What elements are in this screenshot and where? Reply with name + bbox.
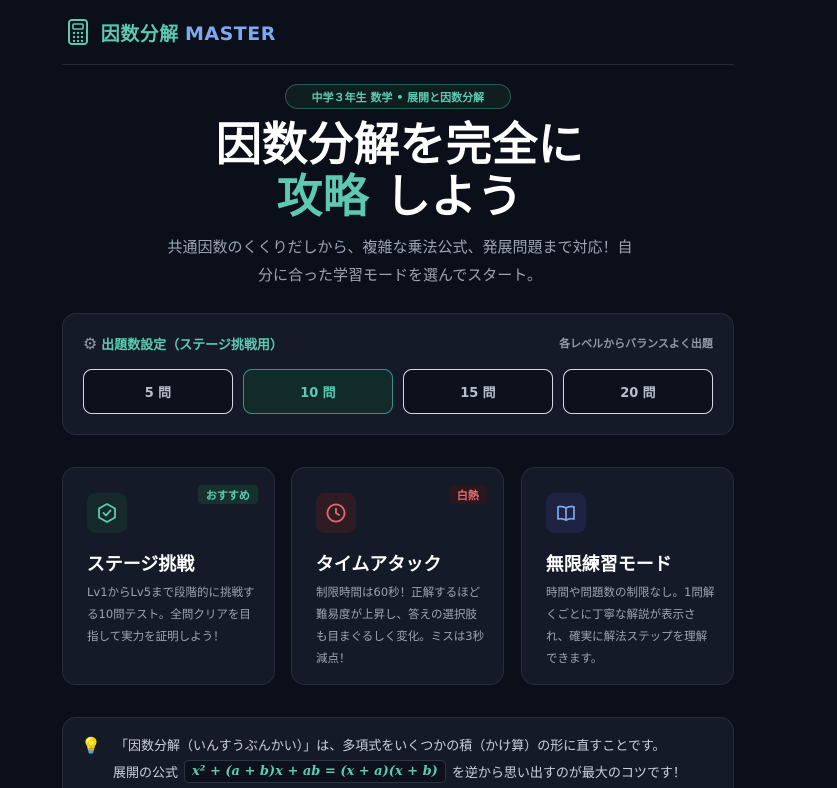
hero-title-accent: 攻略 [276, 169, 369, 223]
app-header: 因数分解 MASTER [62, 0, 734, 65]
gear-icon: ⚙ [83, 333, 98, 353]
count-option-20[interactable]: 20 問 [563, 369, 713, 414]
tip-line2: 展開の公式 x² + (a + b)x + ab = (x + a)(x + b… [113, 760, 686, 783]
hero-title: 因数分解を完全に 攻略 しよう [120, 118, 680, 222]
count-option-15[interactable]: 15 問 [403, 369, 553, 414]
recommended-tag: おすすめ [198, 485, 258, 504]
book-icon [546, 493, 586, 533]
logo-text-primary: 因数分解 [101, 22, 180, 45]
settings-title-text: 出題数設定（ステージ挑戦用） [101, 337, 284, 353]
mode-description: 時間や問題数の制限なし。1問解くごとに丁寧な解説が表示され、確実に解法ステップを… [546, 585, 715, 665]
app-logo[interactable]: 因数分解 MASTER [101, 19, 276, 46]
settings-header: ⚙ 出題数設定（ステージ挑戦用） 各レベルからバランスよく出題 [83, 333, 713, 353]
mode-card-infinite-practice[interactable]: 無限練習モード 時間や問題数の制限なし。1問解くごとに丁寧な解説が表示され、確実… [521, 467, 734, 685]
hero-title-line1: 因数分解を完全に [216, 117, 584, 171]
tip-formula-label: 展開の公式 [113, 766, 179, 781]
mode-title: タイムアタック [316, 554, 442, 575]
settings-note: 各レベルからバランスよく出題 [559, 337, 713, 350]
tip-line1: 「因数分解（いんすうぶんかい）」は、多項式をいくつかの積（かけ算）の形に直すこと… [115, 739, 666, 754]
question-count-settings: ⚙ 出題数設定（ステージ挑戦用） 各レベルからバランスよく出題 5 問 10 問… [62, 313, 734, 435]
tip-box: 💡 「因数分解（いんすうぶんかい）」は、多項式をいくつかの積（かけ算）の形に直す… [62, 717, 734, 788]
logo-text-secondary: MASTER [185, 22, 276, 45]
hero-subtitle: 共通因数のくくりだしから、複雑な乗法公式、発展問題まで対応！自分に合った学習モー… [167, 238, 633, 284]
mode-title: 無限練習モード [546, 554, 672, 575]
mode-card-stage[interactable]: おすすめ ステージ挑戦 Lv1からLv5まで段階的に挑戦する10問テスト。全問ク… [62, 467, 275, 685]
mode-title: ステージ挑戦 [87, 554, 195, 575]
formula: x² + (a + b)x + ab = (x + a)(x + b) [184, 760, 446, 783]
clock-icon [316, 493, 356, 533]
count-option-5[interactable]: 5 問 [83, 369, 233, 414]
mode-description: Lv1からLv5まで段階的に挑戦する10問テスト。全問クリアを目指して実力を証明… [87, 585, 255, 643]
hero-title-rest: しよう [368, 169, 523, 223]
tip-line2-post: を逆から思い出すのが最大のコツです！ [451, 766, 686, 781]
settings-title: ⚙ 出題数設定（ステージ挑戦用） [83, 334, 283, 353]
grade-badge: 中学３年生 数学 • 展開と因数分解 [285, 84, 511, 109]
lightbulb-icon: 💡 [81, 736, 101, 755]
mode-card-time-attack[interactable]: 白熱 タイムアタック 制限時間は60秒！正解するほど難易度が上昇し、答えの選択肢… [291, 467, 504, 685]
count-option-10[interactable]: 10 問 [243, 369, 393, 414]
mode-description: 制限時間は60秒！正解するほど難易度が上昇し、答えの選択肢も目まぐるしく変化。ミ… [316, 585, 485, 665]
hot-tag: 白熱 [449, 485, 487, 504]
hexagon-check-icon [87, 493, 127, 533]
calculator-icon [67, 18, 89, 46]
